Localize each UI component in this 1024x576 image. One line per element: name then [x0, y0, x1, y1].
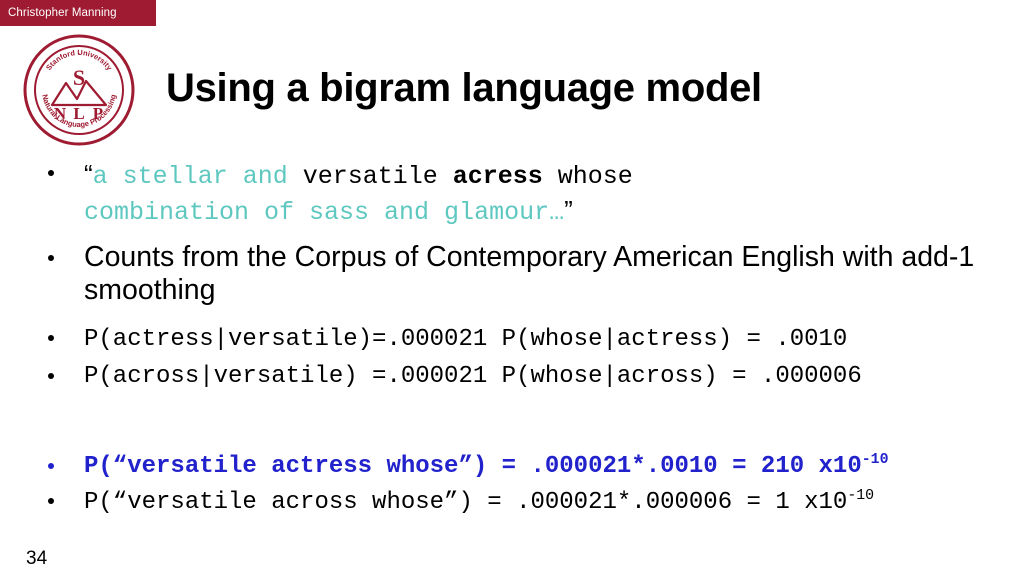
prob-actress-text: P(actress|versatile)=.000021 P(whose|act… — [84, 325, 848, 353]
bullet-quote: “a stellar and versatile acress whose com… — [40, 158, 1020, 229]
bullet-prob-actress: P(actress|versatile)=.000021 P(whose|act… — [40, 324, 1020, 356]
author-name-bar: Christopher Manning — [0, 0, 156, 26]
svg-text:P: P — [93, 104, 103, 123]
bullet-dot — [48, 462, 54, 469]
svg-text:N: N — [54, 104, 67, 123]
bullet-dot — [48, 335, 54, 342]
result-actress-text: P(“versatile actress whose”) = .000021*.… — [84, 453, 862, 481]
bullet-dot — [48, 372, 54, 379]
result-across-exponent: -10 — [847, 487, 875, 504]
counts-text: Counts from the Corpus of Contemporary A… — [84, 241, 975, 307]
slide-number: 34 — [26, 548, 48, 569]
author-name: Christopher Manning — [8, 7, 117, 19]
bullet-dot — [48, 170, 54, 177]
bullet-counts: Counts from the Corpus of Contemporary A… — [40, 241, 1020, 308]
quote-bold: acress — [452, 162, 543, 191]
result-across-text: P(“versatile across whose”) = .000021*.0… — [84, 488, 848, 516]
bullet-dot — [48, 254, 54, 261]
bullet-prob-across: P(across|versatile) =.000021 P(whose|acr… — [40, 361, 1020, 393]
bullet-result-across: P(“versatile across whose”) = .000021*.0… — [40, 487, 1020, 519]
bullet-result-actress: P(“versatile actress whose”) = .000021*.… — [40, 451, 1020, 483]
stanford-nlp-logo: Stanford University Natural Language Pro… — [22, 33, 136, 147]
slide-body: “a stellar and versatile acress whose com… — [40, 158, 1020, 518]
prob-across-text: P(across|versatile) =.000021 P(whose|acr… — [84, 363, 862, 391]
quote-plain-2: whose — [542, 162, 633, 191]
result-actress-exponent: -10 — [861, 452, 889, 469]
bullet-dot — [48, 498, 54, 505]
quote-close: ” — [564, 194, 573, 225]
quote-teal-2: combination of sass and glamour… — [84, 197, 565, 227]
quote-open: “ — [84, 159, 93, 189]
quote-plain-1: versatile — [302, 162, 453, 191]
quote-teal-1: a stellar and — [92, 162, 303, 191]
svg-text:L: L — [73, 104, 84, 123]
slide-title: Using a bigram language model — [166, 66, 762, 110]
